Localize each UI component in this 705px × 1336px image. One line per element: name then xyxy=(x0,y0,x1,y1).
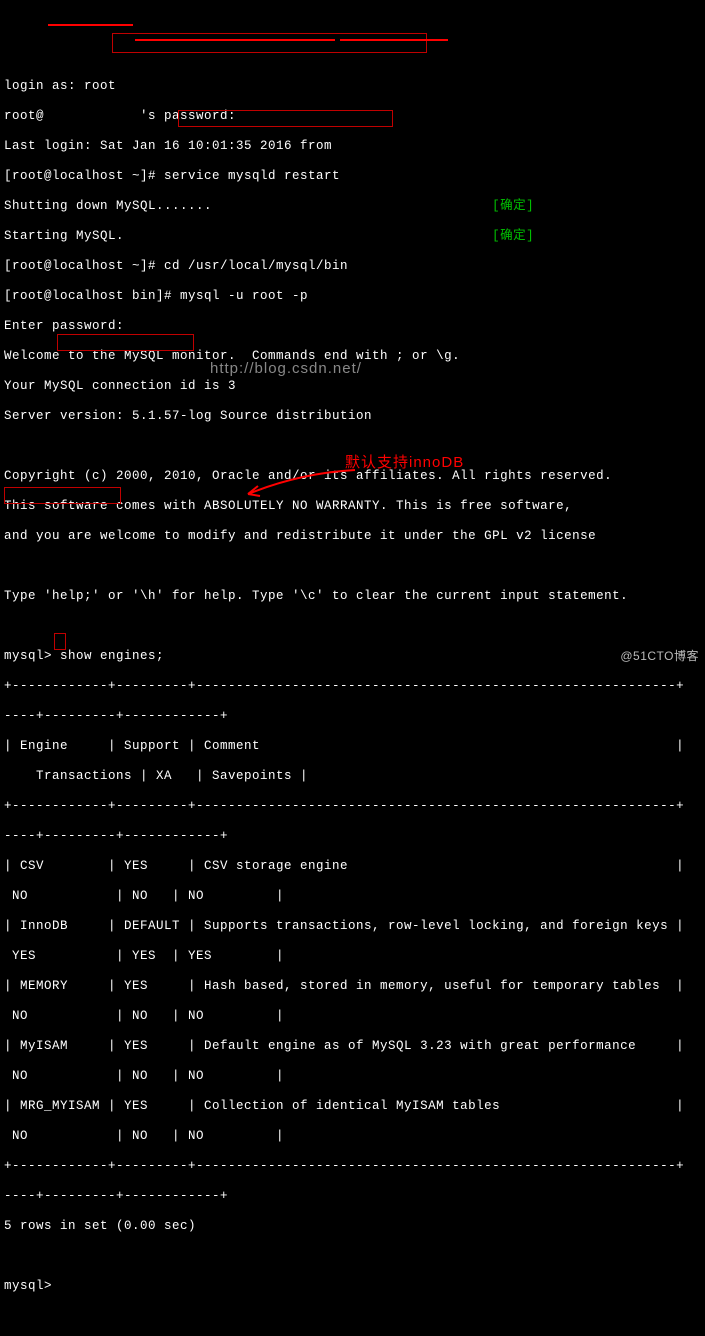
terminal-output: login as: root root@ 's password: Last l… xyxy=(4,64,701,1309)
table-row: | InnoDB | DEFAULT | Supports transactio… xyxy=(4,919,701,934)
table-row-cont: YES | YES | YES | xyxy=(4,949,701,964)
starting-line: Starting MySQL. [确定] xyxy=(4,229,701,244)
cmd-mysql: [root@localhost bin]# mysql -u root -p xyxy=(4,289,701,304)
ok-badge: [确定] xyxy=(492,199,534,213)
mysql-prompt[interactable]: mysql> xyxy=(4,1279,701,1294)
rows-footer: 5 rows in set (0.00 sec) xyxy=(4,1219,701,1234)
table-row: | MEMORY | YES | Hash based, stored in m… xyxy=(4,979,701,994)
table-header-cont: Transactions | XA | Savepoints | xyxy=(4,769,701,784)
table-sep-cont: ----+---------+------------+ xyxy=(4,829,701,844)
table-row-cont: NO | NO | NO | xyxy=(4,1009,701,1024)
redaction-strike xyxy=(135,39,335,41)
shutdown-line: Shutting down MySQL....... [确定] xyxy=(4,199,701,214)
table-sep: +------------+---------+----------------… xyxy=(4,799,701,814)
cmd-service-restart: [root@localhost ~]# service mysqld resta… xyxy=(4,169,701,184)
table-sep: +------------+---------+----------------… xyxy=(4,1159,701,1174)
table-header: | Engine | Support | Comment | xyxy=(4,739,701,754)
copyright: Copyright (c) 2000, 2010, Oracle and/or … xyxy=(4,469,701,484)
warranty: This software comes with ABSOLUTELY NO W… xyxy=(4,499,701,514)
welcome: Welcome to the MySQL monitor. Commands e… xyxy=(4,349,701,364)
last-login: Last login: Sat Jan 16 10:01:35 2016 fro… xyxy=(4,139,701,154)
table-row: | MRG_MYISAM | YES | Collection of ident… xyxy=(4,1099,701,1114)
highlight-box xyxy=(112,33,427,53)
ok-badge: [确定] xyxy=(492,229,534,243)
table-row-cont: NO | NO | NO | xyxy=(4,889,701,904)
table-sep-cont: ----+---------+------------+ xyxy=(4,1189,701,1204)
redaction-strike xyxy=(48,24,133,26)
mysql-cmd: mysql> show engines; xyxy=(4,649,701,664)
table-row: | MyISAM | YES | Default engine as of My… xyxy=(4,1039,701,1054)
warranty2: and you are welcome to modify and redist… xyxy=(4,529,701,544)
cmd-cd: [root@localhost ~]# cd /usr/local/mysql/… xyxy=(4,259,701,274)
table-row-cont: NO | NO | NO | xyxy=(4,1069,701,1084)
table-row-cont: NO | NO | NO | xyxy=(4,1129,701,1144)
table-sep: +------------+---------+----------------… xyxy=(4,679,701,694)
server-version: Server version: 5.1.57-log Source distri… xyxy=(4,409,701,424)
password-prompt: root@ 's password: xyxy=(4,109,701,124)
redaction-strike xyxy=(340,39,448,41)
enter-password: Enter password: xyxy=(4,319,701,334)
conn-id: Your MySQL connection id is 3 xyxy=(4,379,701,394)
help-line: Type 'help;' or '\h' for help. Type '\c'… xyxy=(4,589,701,604)
login-prompt: login as: root xyxy=(4,79,701,94)
table-row: | CSV | YES | CSV storage engine | xyxy=(4,859,701,874)
table-sep-cont: ----+---------+------------+ xyxy=(4,709,701,724)
